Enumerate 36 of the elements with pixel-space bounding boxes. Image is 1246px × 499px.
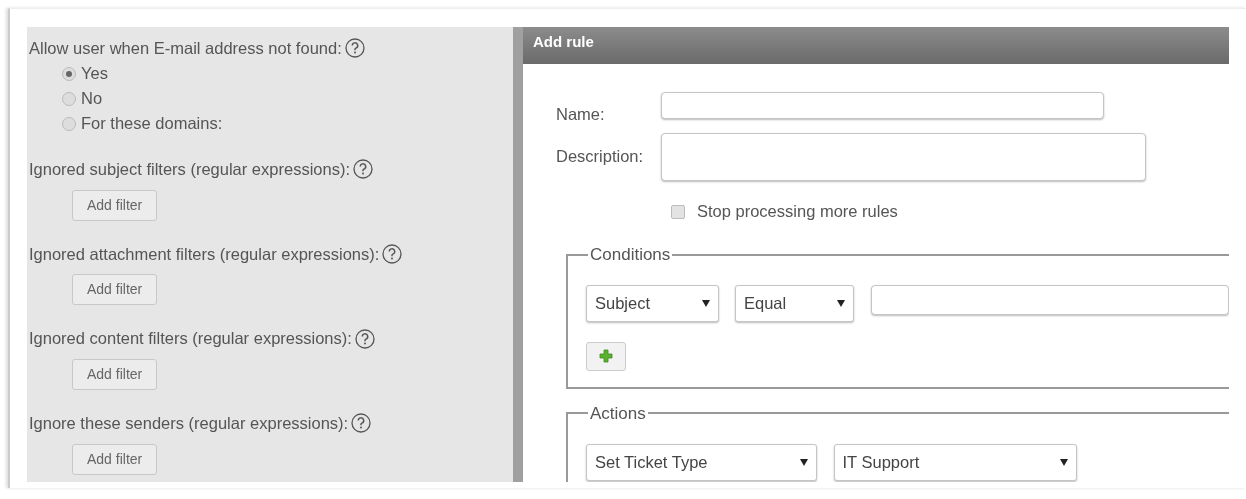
dialog-title: Add rule: [523, 27, 1229, 64]
operator-dropdown[interactable]: Equal: [735, 285, 855, 322]
fieldset-legend: Conditions: [588, 246, 673, 263]
caret-icon: [701, 299, 710, 307]
description-field[interactable]: [661, 133, 1146, 182]
field-label: Name:: [556, 103, 606, 125]
radio-option[interactable]: No: [62, 85, 103, 111]
field-label: Description:: [556, 146, 645, 168]
fieldset-legend: Actions: [588, 404, 648, 422]
stop-processing-checkbox[interactable]: Stop processing more rules: [671, 199, 898, 224]
setting-label: Ignored content filters (regular expressions):: [29, 328, 352, 350]
caret-icon: [837, 299, 846, 307]
action-dropdown[interactable]: Set Ticket Type: [586, 443, 817, 481]
help-icon[interactable]: [344, 38, 365, 59]
caret-icon: [800, 458, 808, 466]
setting-label: Ignore these senders (regular expressions):: [29, 413, 349, 434]
radio-option[interactable]: Yes: [62, 60, 108, 86]
help-icon[interactable]: [351, 413, 372, 434]
radio-option[interactable]: For these domains:: [62, 110, 223, 136]
caret-icon: [1059, 458, 1068, 466]
add-filter-button[interactable]: Add filter: [72, 359, 158, 390]
add-filter-button[interactable]: Add filter: [72, 274, 158, 306]
name-field[interactable]: [661, 91, 1104, 119]
field-dropdown[interactable]: Subject: [586, 285, 719, 322]
setting-label: Ignored subject filters (regular expressions):: [29, 158, 350, 180]
action-value-dropdown[interactable]: IT Support: [833, 443, 1077, 481]
help-icon[interactable]: [382, 243, 403, 264]
add-filter-button[interactable]: Add filter: [72, 443, 158, 475]
setting-label: Allow user when E-mail address not found:: [29, 38, 342, 59]
setting-label: Ignored attachment filters (regular expressions):: [29, 243, 380, 265]
add-filter-button[interactable]: Add filter: [72, 189, 158, 221]
help-icon[interactable]: [353, 159, 373, 180]
value-field[interactable]: [870, 285, 1229, 315]
add-condition-button[interactable]: [586, 341, 626, 371]
help-icon[interactable]: [354, 328, 375, 349]
plus-icon: [599, 349, 613, 364]
